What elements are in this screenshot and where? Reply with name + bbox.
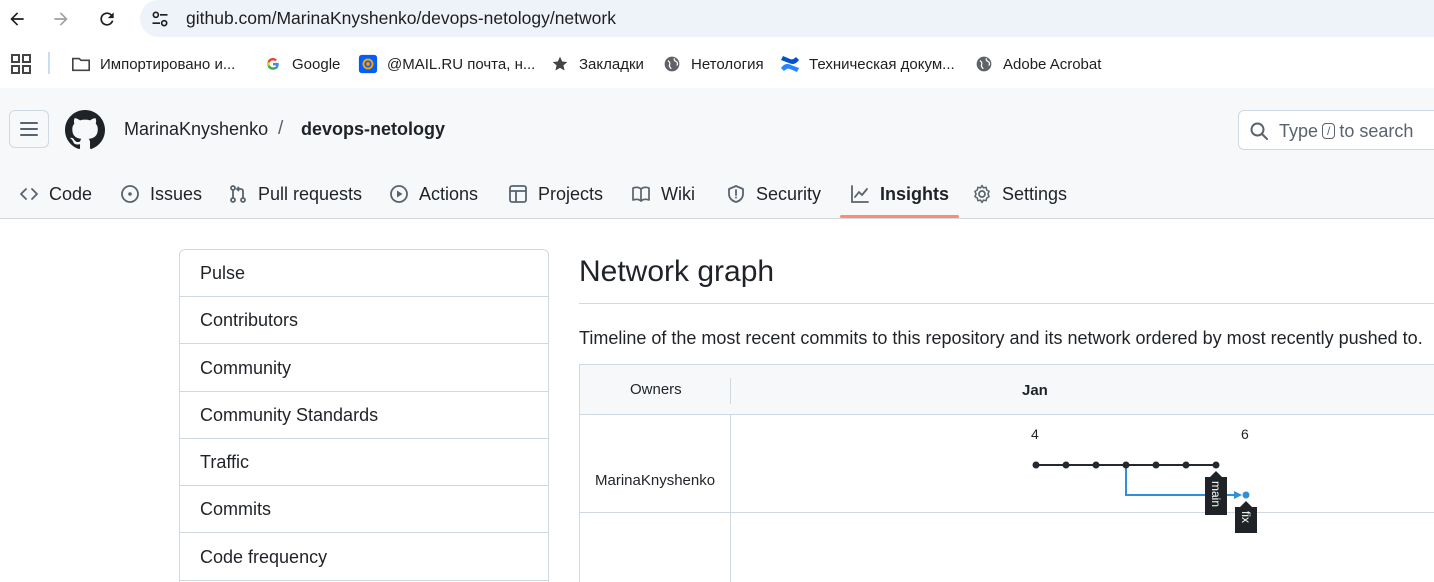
- bookmarks-separator: [48, 52, 50, 74]
- sidebar-item-pulse[interactable]: Pulse: [180, 250, 548, 297]
- tab-pull-requests[interactable]: Pull requests: [228, 170, 362, 218]
- path-separator: /: [278, 118, 284, 139]
- sidebar-item-commits[interactable]: Commits: [180, 486, 548, 533]
- sidebar-item-code-frequency[interactable]: Code frequency: [180, 534, 548, 581]
- commit-dot[interactable]: [1212, 461, 1220, 469]
- bookmark-label: Импортировано и...: [100, 55, 236, 73]
- search-input[interactable]: Type / to search: [1238, 110, 1434, 150]
- book-icon: [632, 186, 650, 202]
- back-arrow-icon: [10, 12, 24, 26]
- insights-sidebar-menu: Pulse Contributors Community Community S…: [179, 249, 549, 582]
- tab-code[interactable]: Code: [19, 170, 92, 218]
- table-icon: [509, 185, 527, 203]
- commit-dot[interactable]: [1032, 461, 1040, 469]
- search-placeholder-suffix: to search: [1339, 121, 1414, 141]
- shield-icon: [728, 185, 744, 203]
- tab-settings[interactable]: Settings: [972, 170, 1067, 218]
- search-shortcut-key: /: [1322, 123, 1336, 139]
- reload-icon: [100, 12, 114, 26]
- tab-actions[interactable]: Actions: [389, 170, 478, 218]
- page-description: Timeline of the most recent commits to t…: [579, 328, 1423, 348]
- tab-label: Actions: [419, 183, 479, 204]
- tab-insights[interactable]: Insights: [839, 170, 960, 218]
- forward-button[interactable]: [47, 5, 75, 33]
- code-icon: [20, 188, 38, 200]
- bookmark-label: Нетология: [691, 55, 764, 73]
- repo-name-link[interactable]: devops-netology: [301, 119, 445, 140]
- search-placeholder: Type / to search: [1279, 121, 1413, 142]
- bookmark-label: Закладки: [579, 55, 644, 73]
- search-placeholder-prefix: Type: [1279, 121, 1319, 141]
- star-icon: [549, 53, 571, 75]
- repo-owner-link[interactable]: MarinaKnyshenko: [124, 119, 268, 140]
- bookmark-label: Техническая докум...: [809, 55, 955, 73]
- confluence-icon: [779, 53, 801, 75]
- tab-issues[interactable]: Issues: [120, 170, 202, 218]
- bookmark-tech-docs[interactable]: Техническая докум...: [779, 52, 955, 76]
- url-text[interactable]: github.com/MarinaKnyshenko/devops-netolo…: [186, 8, 616, 29]
- play-icon: [390, 185, 408, 203]
- commit-dot[interactable]: [1182, 461, 1190, 469]
- tab-label: Pull requests: [258, 183, 363, 204]
- forward-arrow-icon: [54, 12, 68, 26]
- commit-dot[interactable]: [1242, 491, 1250, 499]
- page-title: Network graph: [579, 255, 775, 288]
- tab-label: Wiki: [661, 183, 695, 204]
- commit-dot[interactable]: [1122, 461, 1130, 469]
- commit-dot[interactable]: [1152, 461, 1160, 469]
- google-icon: [262, 53, 284, 75]
- tab-label: Code: [49, 183, 93, 204]
- tab-security[interactable]: Security: [726, 170, 821, 218]
- bookmarks-bar: Импортировано и... Google @MAIL.RU почта…: [0, 38, 1434, 88]
- site-info-icon[interactable]: [148, 7, 172, 31]
- back-button[interactable]: [3, 5, 31, 33]
- branch-arrow-fix: [1234, 491, 1242, 499]
- github-logo-icon[interactable]: [65, 110, 105, 150]
- tab-label: Insights: [880, 183, 950, 204]
- search-icon: [1250, 122, 1268, 140]
- tab-label: Settings: [1002, 183, 1068, 204]
- graph-icon: [851, 185, 869, 203]
- globe-icon: [661, 53, 683, 75]
- global-menu-button[interactable]: [9, 110, 49, 148]
- gear-icon: [974, 184, 990, 204]
- bookmark-label: @MAIL.RU почта, н...: [387, 55, 536, 73]
- mailru-icon: [357, 53, 379, 75]
- network-graph[interactable]: Owners Jan MarinaKnyshenko 4 6 main fix: [579, 364, 1434, 582]
- apps-grid-icon[interactable]: [10, 53, 32, 75]
- folder-icon: [70, 53, 92, 75]
- sidebar-item-community-standards[interactable]: Community Standards: [180, 392, 548, 439]
- tab-wiki[interactable]: Wiki: [631, 170, 695, 218]
- hamburger-icon: [20, 122, 38, 136]
- commit-dot[interactable]: [1062, 461, 1070, 469]
- address-bar[interactable]: github.com/MarinaKnyshenko/devops-netolo…: [140, 0, 1434, 37]
- bookmark-google[interactable]: Google: [262, 52, 340, 76]
- globe-icon: [973, 53, 995, 75]
- sidebar-item-traffic[interactable]: Traffic: [180, 439, 548, 486]
- title-divider: [579, 303, 1434, 304]
- tab-label: Issues: [150, 183, 203, 204]
- tab-projects[interactable]: Projects: [508, 170, 603, 218]
- bookmark-label: Google: [292, 55, 341, 73]
- issue-icon: [121, 185, 139, 203]
- browser-toolbar: github.com/MarinaKnyshenko/devops-netolo…: [0, 0, 1434, 38]
- sidebar-item-contributors[interactable]: Contributors: [180, 297, 548, 344]
- bookmark-adobe-acrobat[interactable]: Adobe Acrobat: [973, 52, 1101, 76]
- repo-header: MarinaKnyshenko / devops-netology Type / t…: [0, 88, 1434, 219]
- reload-button[interactable]: [93, 5, 121, 33]
- branch-main-label: main: [1209, 481, 1223, 507]
- tab-label: Security: [756, 183, 822, 204]
- bookmark-label: Adobe Acrobat: [1003, 55, 1102, 73]
- bookmark-imported[interactable]: Импортировано и...: [70, 52, 235, 76]
- commit-dot[interactable]: [1092, 461, 1100, 469]
- branch-fix-label: fix: [1239, 511, 1253, 523]
- pull-request-icon: [230, 185, 246, 203]
- bookmark-netology[interactable]: Нетология: [661, 52, 764, 76]
- sidebar-item-community[interactable]: Community: [180, 345, 548, 392]
- bookmark-zakladki[interactable]: Закладки: [549, 52, 644, 76]
- bookmark-mailru[interactable]: @MAIL.RU почта, н...: [357, 52, 535, 76]
- commit-graph[interactable]: main fix: [580, 365, 1434, 582]
- tab-label: Projects: [538, 183, 604, 204]
